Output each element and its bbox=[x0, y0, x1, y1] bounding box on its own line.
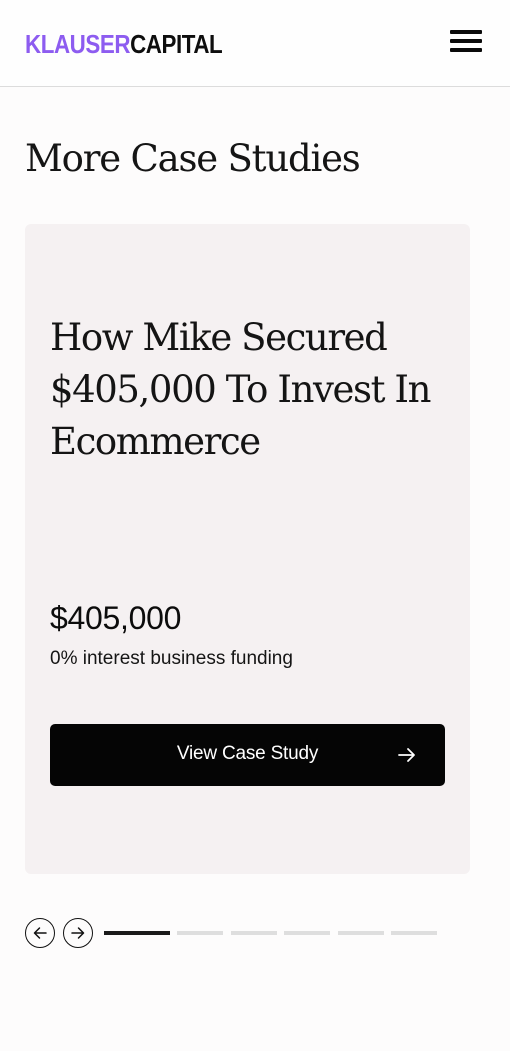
funding-description: 0% interest business funding bbox=[50, 648, 293, 669]
carousel-next-button[interactable] bbox=[63, 918, 93, 948]
case-study-title: How Mike Secured $405,000 To Invest In E… bbox=[50, 316, 431, 463]
carousel-indicator-2[interactable] bbox=[177, 931, 223, 935]
hamburger-menu-icon[interactable] bbox=[450, 29, 482, 55]
arrow-right-circle-icon bbox=[71, 927, 85, 939]
carousel-indicator-1[interactable] bbox=[104, 931, 170, 935]
carousel-indicator-5[interactable] bbox=[338, 931, 384, 935]
logo-part-klauser: KLAUSER bbox=[25, 29, 131, 59]
arrow-right-icon bbox=[398, 748, 415, 762]
carousel-indicator-6[interactable] bbox=[391, 931, 437, 935]
carousel-indicator-4[interactable] bbox=[284, 931, 330, 935]
section-title: More Case Studies bbox=[25, 137, 361, 180]
carousel-indicator-3[interactable] bbox=[231, 931, 277, 935]
menu-bar bbox=[450, 48, 482, 52]
menu-bar bbox=[450, 30, 482, 34]
menu-bar bbox=[450, 39, 482, 43]
funding-amount: $405,000 bbox=[50, 600, 182, 636]
carousel-navigation bbox=[25, 918, 445, 950]
carousel-prev-button[interactable] bbox=[25, 918, 55, 948]
site-header: KLAUSERCAPITAL bbox=[0, 0, 510, 87]
arrow-left-circle-icon bbox=[33, 927, 47, 939]
view-case-study-button[interactable]: View Case Study bbox=[50, 724, 445, 786]
logo-part-capital: CAPITAL bbox=[130, 29, 223, 59]
case-study-card: How Mike Secured $405,000 To Invest In E… bbox=[25, 224, 470, 874]
klauser-capital-logo[interactable]: KLAUSERCAPITAL bbox=[25, 29, 223, 59]
view-case-study-label: View Case Study bbox=[176, 743, 319, 764]
